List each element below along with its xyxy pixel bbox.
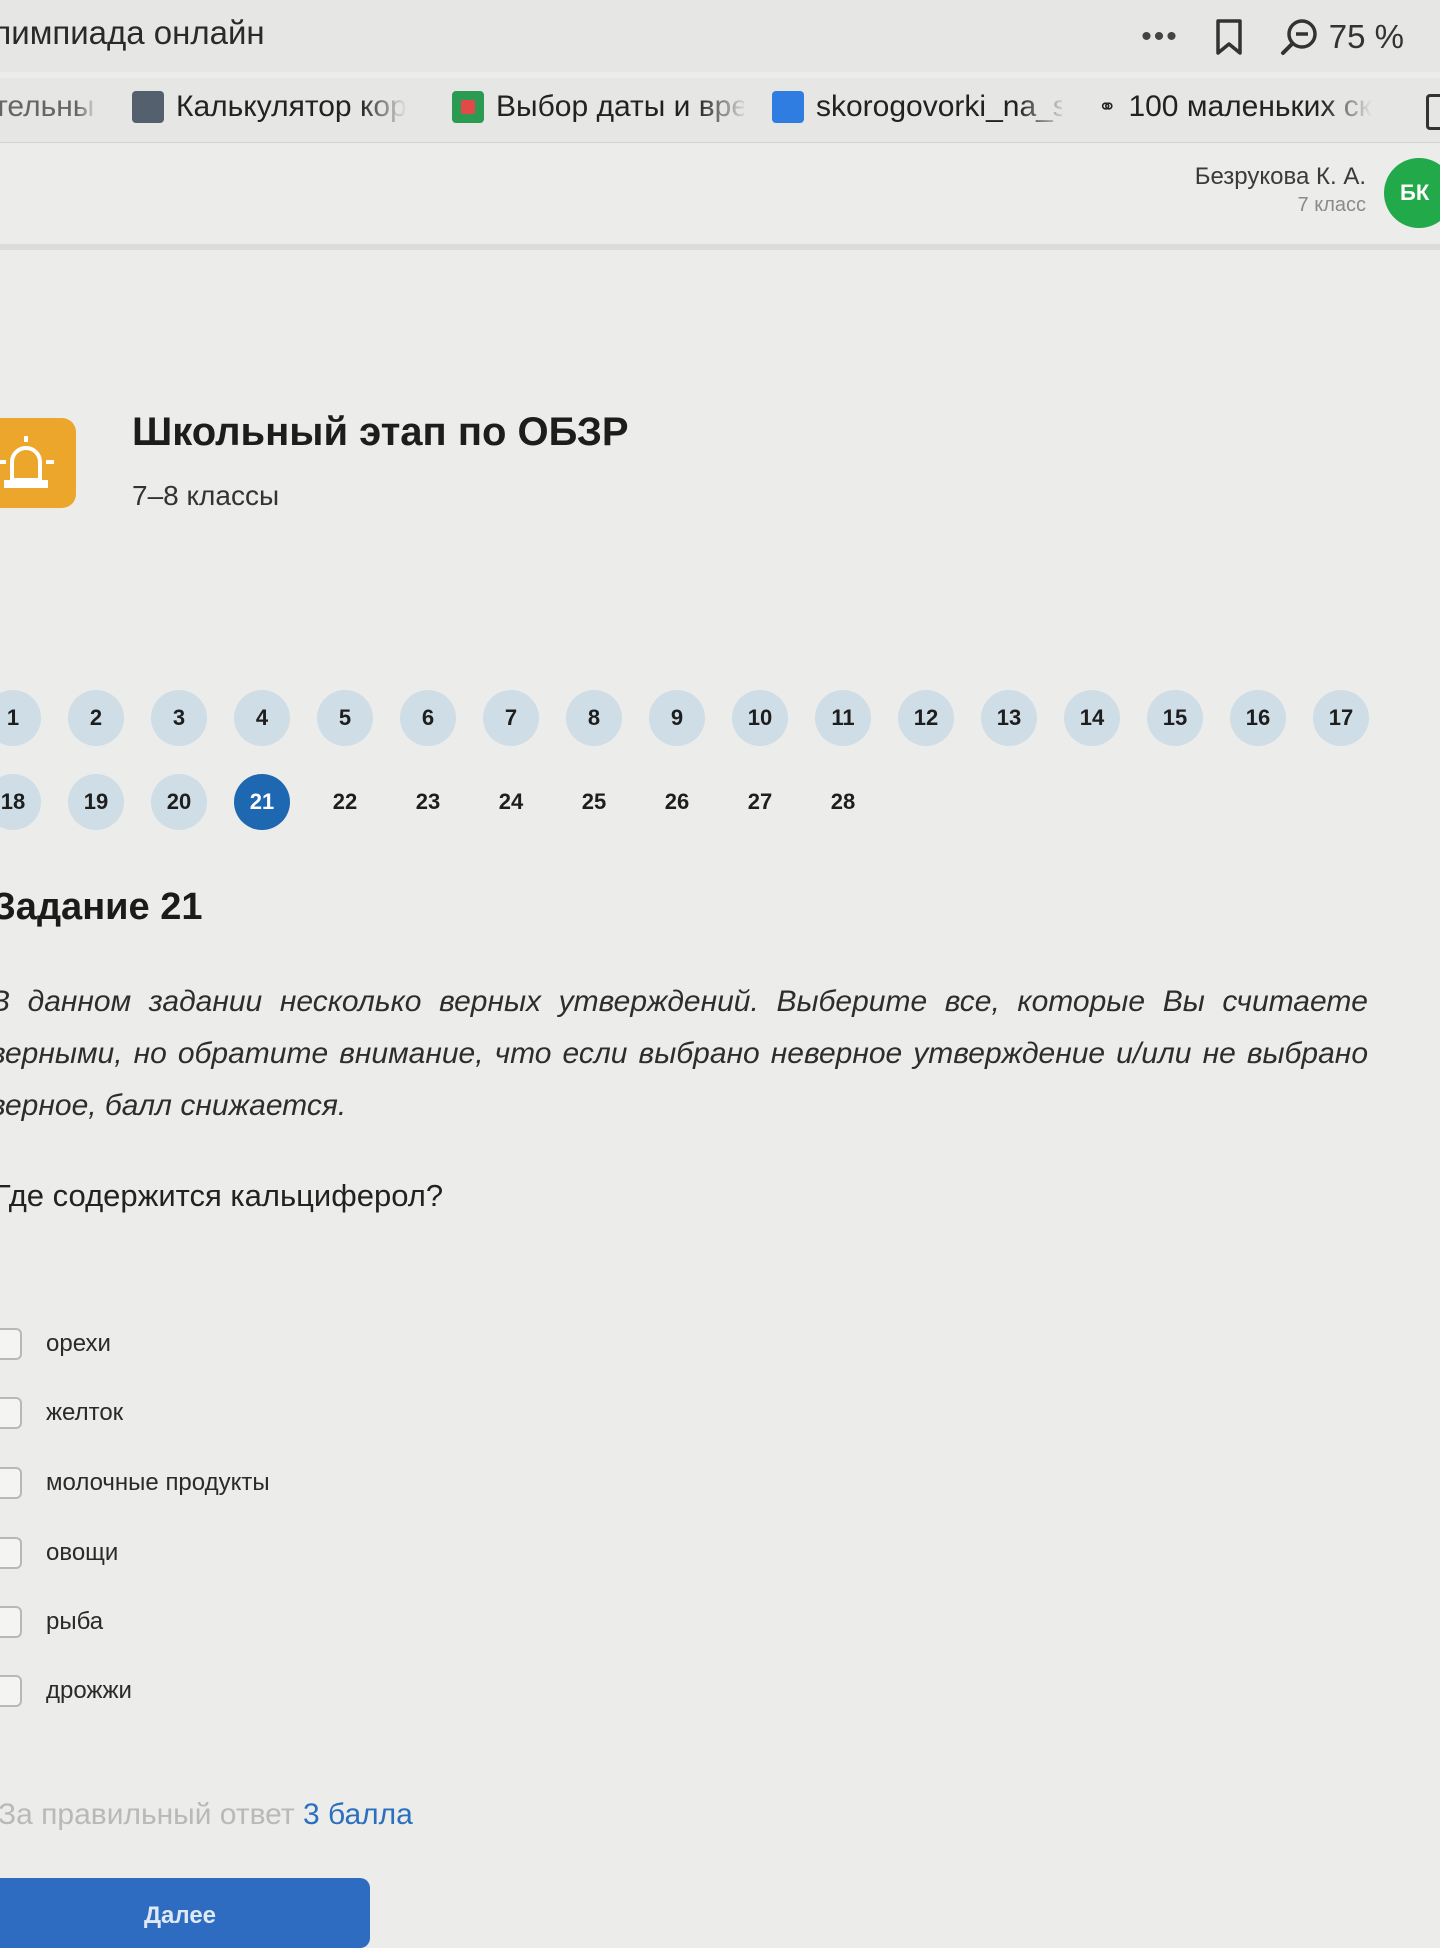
more-icon[interactable]: ••• — [1141, 22, 1179, 52]
zoom-level: 75 % — [1328, 18, 1404, 55]
question-nav-26[interactable]: 26 — [649, 774, 705, 830]
question-nav-22[interactable]: 22 — [317, 774, 373, 830]
siren-icon — [0, 418, 76, 508]
bookmark-label: Выбор даты и вре — [496, 90, 744, 123]
option-checkbox[interactable] — [0, 1328, 22, 1360]
user-grade: 7 класс — [1297, 194, 1366, 216]
zoom-control[interactable]: 75 % — [1279, 17, 1404, 57]
bookmark-item[interactable]: skorogovorki_na_s — [772, 90, 1062, 124]
browser-tab-bar: лимпиада онлайн ••• 75 % — [0, 0, 1440, 72]
answer-option[interactable]: орехи — [0, 1328, 111, 1360]
question-nav-6[interactable]: 6 — [400, 690, 456, 746]
option-label: орехи — [46, 1330, 111, 1357]
option-label: рыба — [46, 1608, 104, 1635]
task-title: Задание 21 — [0, 886, 203, 928]
option-checkbox[interactable] — [0, 1675, 22, 1707]
question-nav-16[interactable]: 16 — [1230, 690, 1286, 746]
tab-title[interactable]: лимпиада онлайн — [0, 14, 265, 52]
question-nav-2[interactable]: 2 — [68, 690, 124, 746]
header-divider — [0, 244, 1440, 250]
browser-tools: ••• 75 % — [1141, 12, 1404, 62]
option-label: дрожжи — [46, 1677, 132, 1704]
question-nav-1[interactable]: 1 — [0, 690, 41, 746]
bookmark-label: тельны — [0, 90, 95, 123]
zoom-icon — [1280, 19, 1317, 55]
calculator-icon — [132, 91, 164, 123]
next-button[interactable]: Далее — [0, 1878, 370, 1948]
calendar-icon — [452, 91, 484, 123]
question-nav-20[interactable]: 20 — [151, 774, 207, 830]
question-nav-28[interactable]: 28 — [815, 774, 871, 830]
document-icon — [772, 91, 804, 123]
bookmark-item[interactable]: Выбор даты и вре — [452, 90, 744, 124]
bookmark-item[interactable]: тельны — [0, 90, 98, 124]
question-nav-8[interactable]: 8 — [566, 690, 622, 746]
question-nav-27[interactable]: 27 — [732, 774, 788, 830]
option-checkbox[interactable] — [0, 1397, 22, 1429]
olympiad-subtitle: 7–8 классы — [132, 480, 280, 511]
answer-option[interactable]: желток — [0, 1397, 123, 1429]
link-icon: ⚭ — [1098, 94, 1117, 119]
bookmark-label: 100 маленьких ск — [1128, 90, 1372, 123]
question-nav-25[interactable]: 25 — [566, 774, 622, 830]
answer-option[interactable]: рыба — [0, 1606, 103, 1638]
question-nav-14[interactable]: 14 — [1064, 690, 1120, 746]
question-nav-23[interactable]: 23 — [400, 774, 456, 830]
question-nav-18[interactable]: 18 — [0, 774, 41, 830]
score-value: 3 балла — [302, 1798, 413, 1831]
question-nav-10[interactable]: 10 — [732, 690, 788, 746]
bookmark-item[interactable]: ⚭ 100 маленьких ск — [1098, 90, 1378, 124]
score-prefix: За правильный ответ — [0, 1798, 295, 1831]
olympiad-title: Школьный этап по ОБЗР — [132, 410, 629, 454]
task-instruction: В данном задании несколько верных утверж… — [0, 985, 1368, 1122]
bookmark-icon[interactable] — [1213, 18, 1245, 56]
answer-option[interactable]: овощи — [0, 1537, 118, 1569]
option-checkbox[interactable] — [0, 1467, 22, 1499]
question-nav-15[interactable]: 15 — [1147, 690, 1203, 746]
score-info: За правильный ответ 3 балла — [0, 1798, 413, 1832]
option-checkbox[interactable] — [0, 1606, 22, 1638]
bookmark-item[interactable]: Калькулятор кор — [132, 90, 422, 124]
option-label: молочные продукты — [46, 1469, 270, 1496]
bookmark-label: Калькулятор кор — [176, 90, 407, 123]
question-nav-21[interactable]: 21 — [234, 774, 290, 830]
option-label: овощи — [46, 1539, 119, 1566]
question-nav-4[interactable]: 4 — [234, 690, 290, 746]
option-label: желток — [46, 1399, 124, 1426]
question-nav-24[interactable]: 24 — [483, 774, 539, 830]
option-checkbox[interactable] — [0, 1537, 22, 1569]
question-nav-13[interactable]: 13 — [981, 690, 1037, 746]
user-name: Безрукова К. А. — [1194, 163, 1366, 190]
question-nav-7[interactable]: 7 — [483, 690, 539, 746]
question-text: Где содержится кальциферол? — [0, 1178, 444, 1213]
question-nav-3[interactable]: 3 — [151, 690, 207, 746]
answer-option[interactable]: молочные продукты — [0, 1467, 270, 1499]
question-nav-5[interactable]: 5 — [317, 690, 373, 746]
question-nav-17[interactable]: 17 — [1313, 690, 1369, 746]
question-nav-19[interactable]: 19 — [68, 774, 124, 830]
bookmarks-bar: тельны Калькулятор кор Выбор даты и вре … — [0, 78, 1440, 143]
folder-icon[interactable] — [1426, 94, 1440, 130]
avatar[interactable]: БК — [1384, 158, 1440, 228]
question-nav-12[interactable]: 12 — [898, 690, 954, 746]
question-nav-11[interactable]: 11 — [815, 690, 871, 746]
question-nav-9[interactable]: 9 — [649, 690, 705, 746]
bookmark-label: skorogovorki_na_s — [816, 90, 1062, 123]
answer-option[interactable]: дрожжи — [0, 1675, 132, 1707]
